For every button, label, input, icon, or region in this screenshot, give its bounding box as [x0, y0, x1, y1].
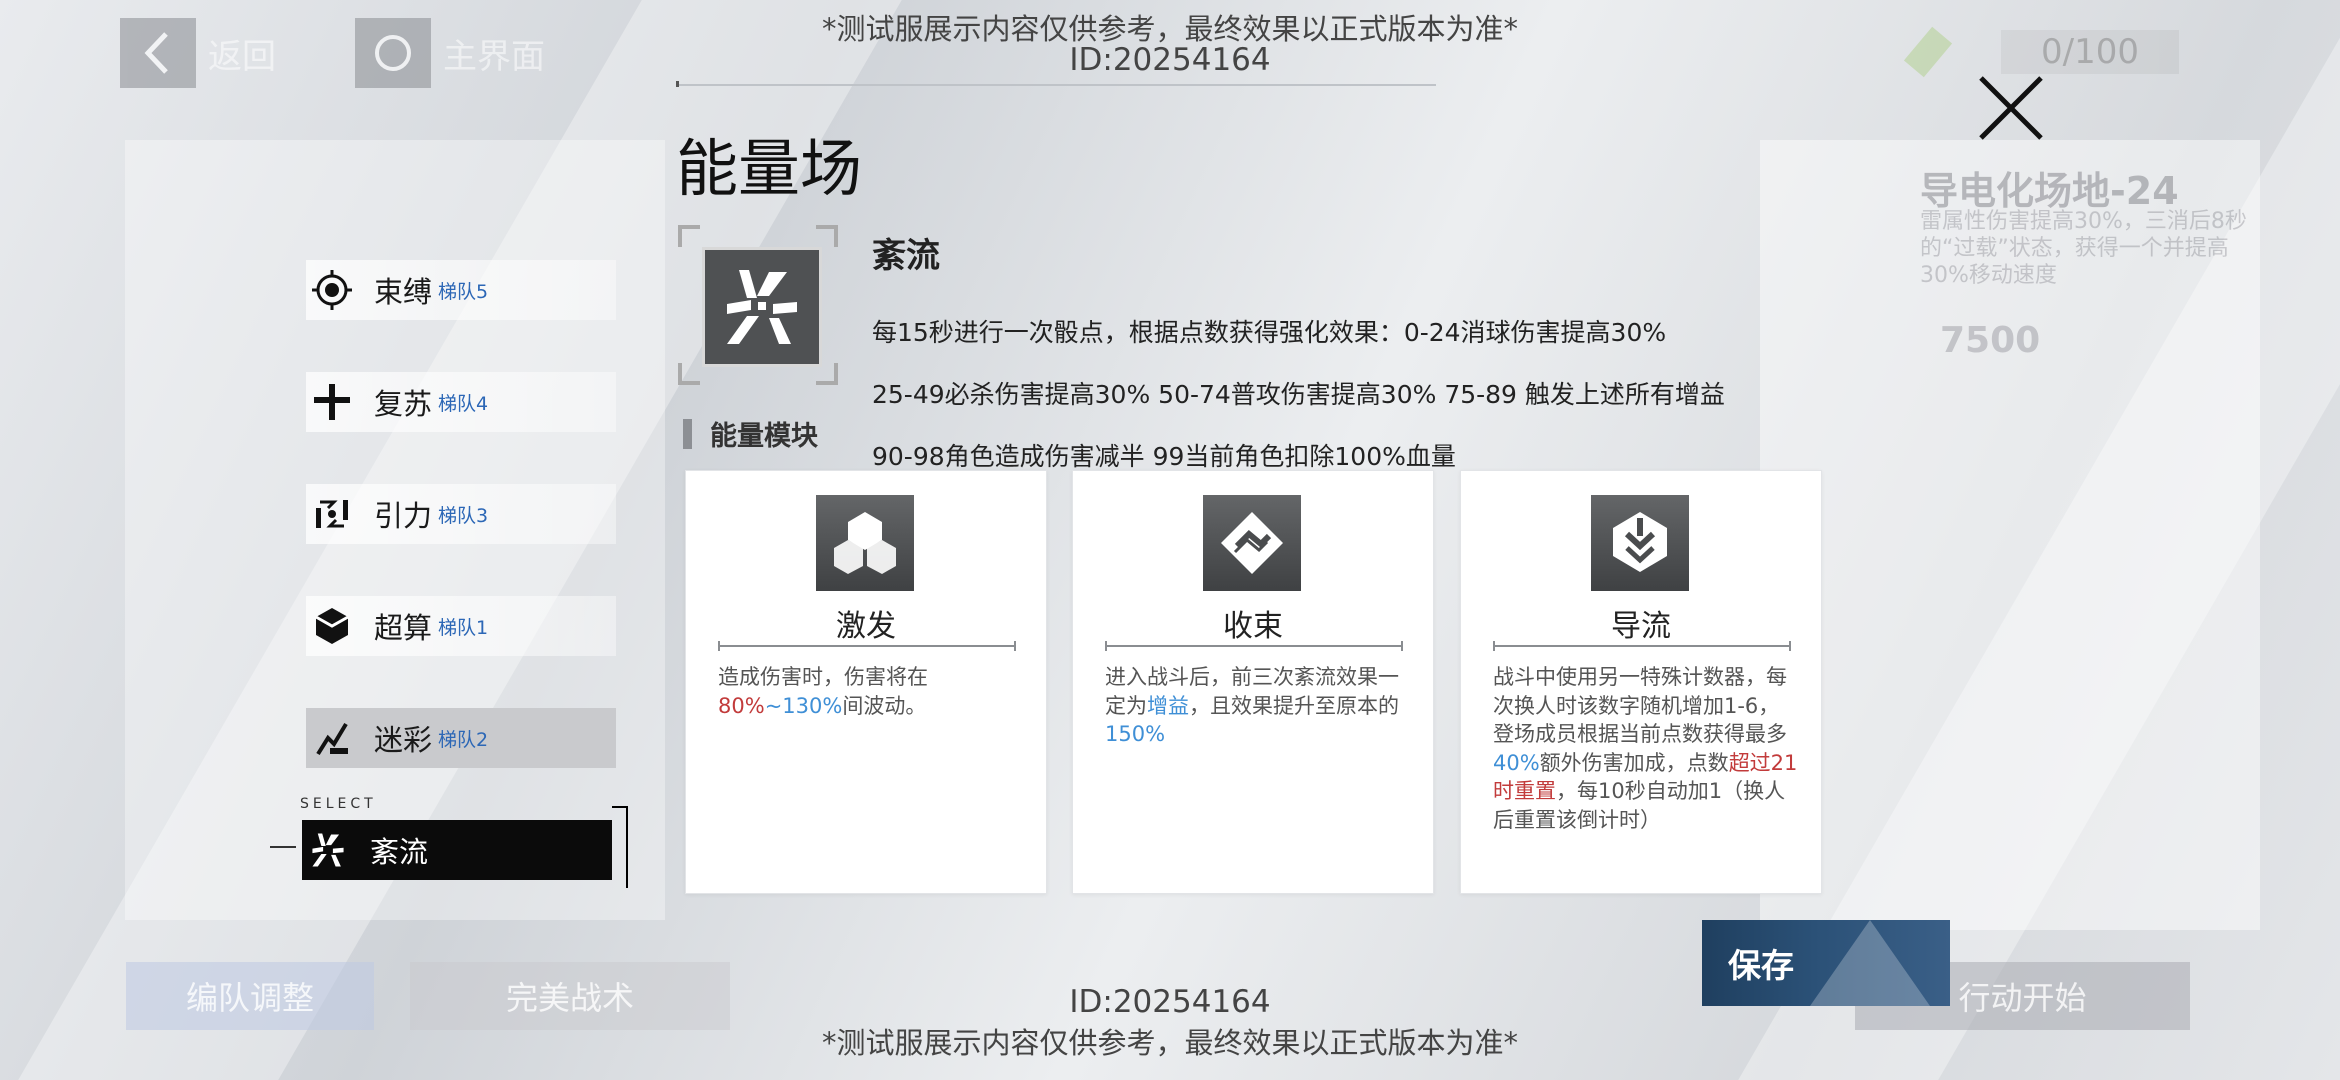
bg-panel-number: 7500	[1940, 320, 2041, 361]
module-name: 激发	[836, 609, 896, 644]
desc-text: ，且效果提升至原本的	[1189, 693, 1399, 718]
desc-text: 额外伤害加成，点数	[1539, 750, 1729, 775]
field-item-bind[interactable]: 束缚 梯队5	[306, 260, 616, 320]
section-bar	[683, 418, 692, 449]
id-bottom: ID:20254164	[1069, 984, 1271, 1020]
hexagons-icon	[816, 495, 914, 591]
field-item-revive[interactable]: 复苏 梯队4	[306, 372, 616, 432]
bg-panel-title: 导电化场地-24	[1920, 169, 2179, 213]
selection-bracket	[612, 806, 628, 888]
close-icon	[1979, 76, 2043, 140]
desc-highlight: 150%	[1105, 722, 1166, 746]
field-desc-line: 每15秒进行一次骰点，根据点数获得强化效果：0-24消球伤害提高30%	[872, 318, 1667, 347]
field-item-gravity[interactable]: 引力 梯队3	[306, 484, 616, 544]
close-button[interactable]	[1975, 72, 2047, 144]
desc-text: 间波动。	[842, 693, 927, 718]
desc-highlight: 40%	[1493, 750, 1540, 775]
gravity-icon	[306, 488, 358, 540]
title-divider	[676, 81, 1436, 87]
desc-text: 造成伤害时，伤害将在	[718, 665, 928, 689]
background-right-panel: 导电化场地-24 雷属性伤害提高30%，三消后8秒的“过载”状态，获得一个并提高…	[1760, 140, 2260, 930]
module-card-diversion[interactable]: 导流 战斗中使用另一特殊计数器，每次换人时该数字随机增加1-6，登场成员根据当前…	[1460, 470, 1822, 894]
camo-icon	[306, 712, 358, 764]
module-description: 战斗中使用另一特殊计数器，每次换人时该数字随机增加1-6，登场成员根据当前点数获…	[1493, 663, 1798, 834]
field-item-tag: 梯队5	[438, 280, 489, 303]
desc-highlight: 增益	[1147, 693, 1189, 718]
module-description: 造成伤害时，伤害将在 80%~130%间波动。	[718, 663, 1023, 720]
module-name: 导流	[1611, 609, 1671, 644]
module-card-converge[interactable]: 收束 进入战斗后，前三次紊流效果一定为增益，且效果提升至原本的150%	[1072, 470, 1434, 894]
field-desc-line: 25-49必杀伤害提高30% 50-74普攻伤害提高30% 75-89 触发上述…	[872, 380, 1725, 409]
desc-highlight: 130%	[782, 693, 843, 718]
desc-text: ~	[764, 693, 783, 718]
select-label: SELECT	[300, 796, 377, 812]
turbulence-icon	[702, 247, 822, 367]
field-item-name: 引力	[374, 499, 433, 533]
section-heading: 能量模块	[683, 414, 818, 453]
module-name: 收束	[1223, 609, 1283, 644]
field-desc-line: 90-98角色造成伤害减半 99当前角色扣除100%血量	[872, 442, 1456, 471]
field-item-name: 复苏	[374, 387, 433, 421]
field-item-tag: 梯队2	[438, 728, 489, 751]
module-divider	[1493, 641, 1791, 651]
field-name: 紊流	[872, 236, 940, 276]
field-item-tag: 梯队1	[438, 616, 489, 639]
field-item-name: 束缚	[374, 275, 433, 309]
module-description: 进入战斗后，前三次紊流效果一定为增益，且效果提升至原本的150%	[1105, 663, 1410, 749]
desc-highlight: 80%	[718, 693, 765, 718]
field-icon-frame	[678, 225, 838, 385]
selection-tick	[270, 846, 296, 848]
bg-panel-desc: 雷属性伤害提高30%，三消后8秒的“过载”状态，获得一个并提高30%移动速度	[1920, 209, 2247, 288]
field-item-tag: 梯队4	[438, 392, 489, 415]
download-chevron-icon	[1591, 495, 1689, 591]
module-divider	[718, 641, 1016, 651]
desc-text: 战斗中使用另一特殊计数器，每次换人时该数字随机增加1-6，登场成员根据当前点数获…	[1493, 665, 1787, 746]
section-title: 能量模块	[710, 421, 818, 452]
diamond-swirl-icon	[1203, 495, 1301, 591]
field-item-name: 超算	[374, 611, 433, 645]
field-item-camo[interactable]: 迷彩 梯队2	[306, 708, 616, 768]
field-item-tag: 梯队3	[438, 504, 489, 527]
field-item-name: 迷彩	[374, 723, 433, 757]
field-item-turbulence[interactable]: 紊流	[302, 820, 612, 880]
module-card-excite[interactable]: 激发 造成伤害时，伤害将在 80%~130%间波动。	[685, 470, 1047, 894]
save-label: 保存	[1728, 946, 1794, 985]
target-icon	[306, 264, 358, 316]
cube-icon	[306, 600, 358, 652]
turbulence-icon	[302, 824, 354, 876]
field-item-supercompute[interactable]: 超算 梯队1	[306, 596, 616, 656]
plus-cross-icon	[306, 376, 358, 428]
modal-title: 能量场	[676, 132, 863, 205]
test-notice-bottom: *测试服展示内容仅供参考，最终效果以正式版本为准*	[821, 1026, 1518, 1060]
field-item-name: 紊流	[370, 835, 429, 869]
module-divider	[1105, 641, 1403, 651]
